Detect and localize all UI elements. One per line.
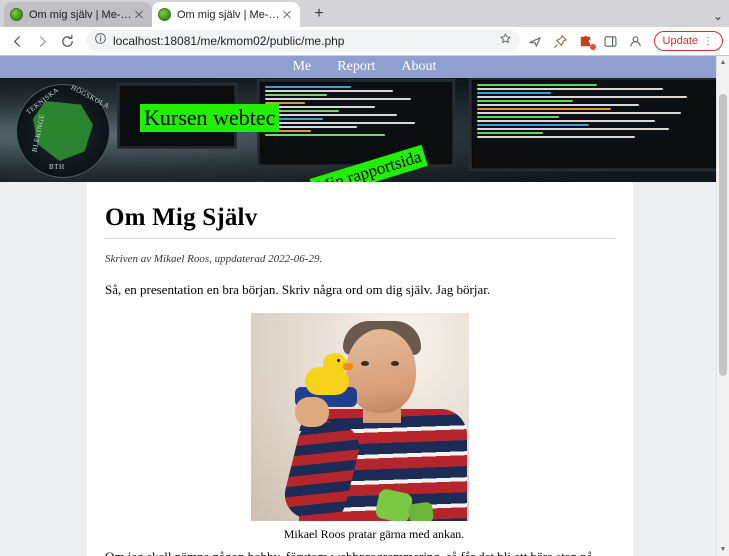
- browser-window: Om mig själv | Me-sidan Om mig själv | M…: [0, 0, 729, 556]
- scrollbar-thumb[interactable]: [719, 94, 727, 376]
- pin-icon[interactable]: [550, 30, 572, 52]
- figure-caption: Mikael Roos pratar gärna med ankan.: [283, 527, 465, 542]
- update-menu-icon[interactable]: ⋮: [703, 36, 714, 47]
- share-icon[interactable]: [525, 30, 547, 52]
- title-divider: [105, 238, 615, 239]
- info-circle-icon[interactable]: [94, 32, 107, 50]
- man-holding-rubber-duck-photo: [251, 313, 469, 522]
- page-viewport: Me Report About TEKNISKA HÖGSKOLA BLEKIN…: [0, 56, 729, 556]
- bth-logo-icon: TEKNISKA HÖGSKOLA BLEKINGE BTH: [16, 83, 111, 178]
- article-container: Om Mig Själv Skriven av Mikael Roos, upp…: [87, 182, 633, 556]
- tab-list-menu-icon[interactable]: ⌄: [713, 9, 723, 23]
- globe-icon: [158, 8, 171, 21]
- update-button[interactable]: Update ⋮: [653, 31, 723, 51]
- scroll-up-arrow-icon[interactable]: ▲: [717, 56, 729, 69]
- bookmark-star-icon[interactable]: [499, 32, 512, 50]
- banner-code-right: [474, 82, 724, 168]
- page-content-area: Om Mig Själv Skriven av Mikael Roos, upp…: [0, 182, 729, 556]
- bth-logo-ring-text: TEKNISKA HÖGSKOLA BLEKINGE BTH: [24, 83, 111, 171]
- article-byline: Skriven av Mikael Roos, uppdaterad 2022-…: [105, 253, 323, 265]
- photo-green-object-1: [374, 488, 414, 522]
- close-icon[interactable]: [280, 8, 294, 22]
- globe-icon: [10, 8, 23, 21]
- forward-button[interactable]: [31, 30, 53, 52]
- scroll-down-arrow-icon[interactable]: ▼: [717, 543, 729, 556]
- browser-tab-2[interactable]: Om mig själv | Me-sidan: [152, 2, 300, 27]
- site-navigation: Me Report About: [0, 56, 729, 78]
- profile-icon[interactable]: [625, 30, 647, 52]
- site-banner: TEKNISKA HÖGSKOLA BLEKINGE BTH Kursen we…: [0, 78, 729, 182]
- address-bar-url: localhost:18081/me/kmom02/public/me.php: [113, 34, 345, 48]
- side-panel-icon[interactable]: [600, 30, 622, 52]
- article-paragraph-2: Om jag skall nämna någon hobby, förutom …: [105, 548, 615, 556]
- photo-green-object-2: [407, 501, 435, 522]
- duck-beak: [343, 363, 353, 371]
- new-tab-button[interactable]: +: [306, 1, 332, 27]
- back-button[interactable]: [6, 30, 28, 52]
- reload-button[interactable]: [56, 30, 78, 52]
- article-inner: Om Mig Själv Skriven av Mikael Roos, upp…: [87, 204, 633, 556]
- update-button-label: Update: [662, 35, 698, 47]
- close-icon[interactable]: [132, 8, 146, 22]
- page-scrollbar[interactable]: ▲ ▼: [716, 56, 729, 556]
- tab-title: Om mig själv | Me-sidan: [29, 8, 132, 21]
- puzzle-icon[interactable]: [575, 30, 597, 52]
- tab-strip: Om mig själv | Me-sidan Om mig själv | M…: [0, 0, 729, 27]
- browser-tab-1[interactable]: Om mig själv | Me-sidan: [4, 2, 152, 27]
- photo-hand: [295, 397, 329, 428]
- address-bar[interactable]: localhost:18081/me/kmom02/public/me.php: [86, 30, 520, 52]
- browser-toolbar: localhost:18081/me/kmom02/public/me.php: [0, 27, 729, 56]
- banner-highlight-title: Kursen webtec: [140, 104, 280, 132]
- rubber-duck-icon: [299, 353, 353, 397]
- nav-item-about[interactable]: About: [401, 59, 436, 75]
- tab-title: Om mig själv | Me-sidan: [177, 8, 280, 21]
- article-paragraph-1: Så, en presentation en bra början. Skriv…: [105, 282, 491, 297]
- toolbar-right-actions: Update ⋮: [525, 30, 723, 52]
- nav-item-me[interactable]: Me: [293, 59, 312, 75]
- article-figure: Mikael Roos pratar gärna med ankan.: [105, 313, 615, 542]
- page-title: Om Mig Själv: [105, 204, 258, 231]
- nav-item-report[interactable]: Report: [337, 59, 375, 75]
